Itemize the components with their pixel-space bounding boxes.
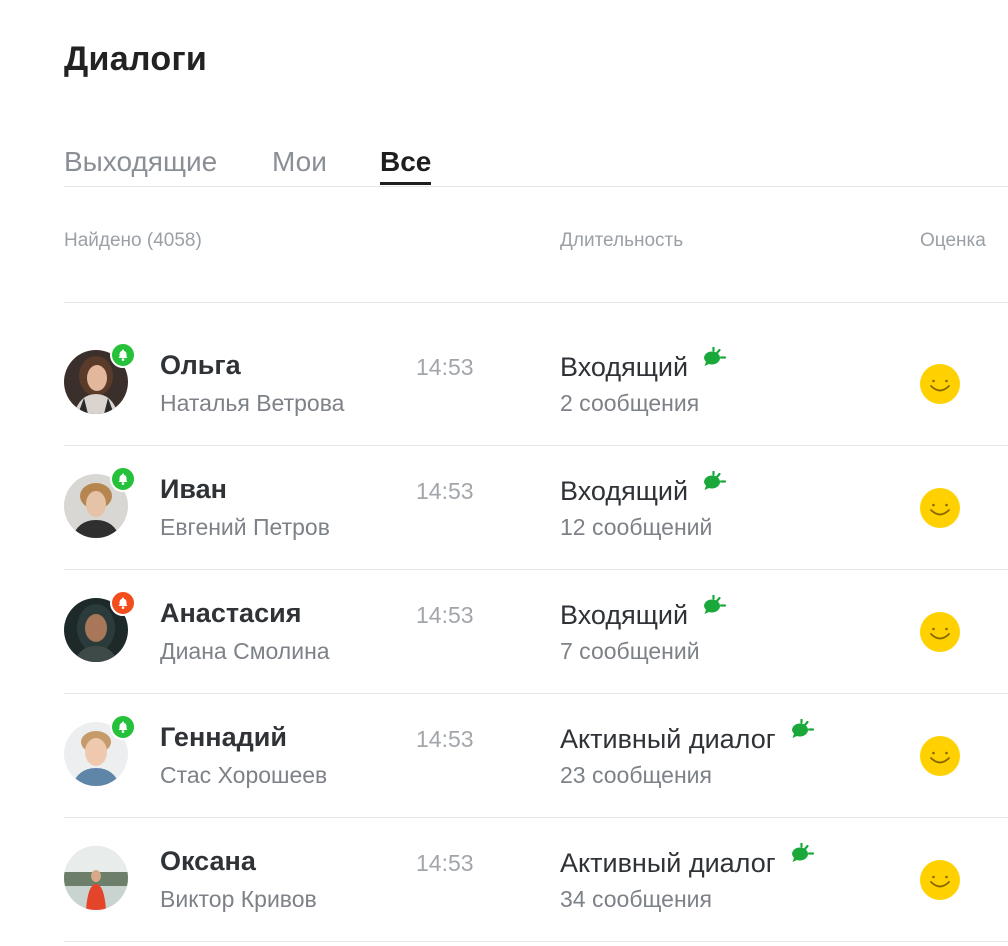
operator-name: Евгений Петров (160, 514, 330, 540)
dialog-row[interactable]: Ольга Наталья Ветрова 14:53 Входящий 2 с… (64, 322, 1008, 446)
notification-bell-icon (110, 466, 136, 492)
tabs: Выходящие Мои Все (64, 146, 1008, 188)
dialog-row[interactable]: Анастасия Диана Смолина 14:53 Входящий 7… (64, 570, 1008, 694)
dialog-status: Входящий (560, 346, 730, 383)
dialog-time: 14:53 (416, 726, 474, 752)
status-label: Входящий (560, 600, 689, 630)
operator-name: Стас Хорошеев (160, 762, 328, 788)
smile-rating-icon (920, 612, 960, 652)
chat-activity-icon (790, 841, 818, 872)
message-count: 23 сообщения (560, 762, 712, 788)
tab-all[interactable]: Все (380, 146, 432, 185)
tab-outgoing[interactable]: Выходящие (64, 146, 217, 178)
smile-rating-icon (920, 860, 960, 900)
client-name[interactable]: Иван (160, 474, 227, 505)
chat-activity-icon (702, 593, 730, 624)
smile-rating-icon (920, 488, 960, 528)
status-label: Активный диалог (560, 848, 776, 878)
message-count: 12 сообщений (560, 514, 713, 540)
dialog-status: Активный диалог (560, 718, 818, 755)
operator-name: Наталья Ветрова (160, 390, 345, 416)
page-title: Диалоги (64, 40, 208, 78)
message-count: 2 сообщения (560, 390, 700, 416)
client-name[interactable]: Ольга (160, 350, 241, 381)
row-divider (64, 941, 1008, 942)
status-label: Активный диалог (560, 724, 776, 754)
status-label: Входящий (560, 476, 689, 506)
client-name[interactable]: Оксана (160, 846, 256, 877)
chat-activity-icon (702, 469, 730, 500)
dialog-status: Входящий (560, 470, 730, 507)
dialog-list: Ольга Наталья Ветрова 14:53 Входящий 2 с… (64, 322, 1008, 942)
header-divider (64, 302, 1008, 303)
message-count: 34 сообщения (560, 886, 712, 912)
notification-bell-icon (110, 342, 136, 368)
dialog-time: 14:53 (416, 850, 474, 876)
notification-bell-icon (110, 714, 136, 740)
chat-activity-icon (702, 345, 730, 376)
client-name[interactable]: Геннадий (160, 722, 287, 753)
chat-activity-icon (790, 717, 818, 748)
client-name[interactable]: Анастасия (160, 598, 301, 629)
dialog-row[interactable]: Оксана Виктор Кривов 14:53 Активный диал… (64, 818, 1008, 942)
tab-mine[interactable]: Мои (272, 146, 327, 178)
dialog-status: Входящий (560, 594, 730, 631)
duration-column-header[interactable]: Длительность (560, 230, 683, 252)
dialog-row[interactable]: Геннадий Стас Хорошеев 14:53 Активный ди… (64, 694, 1008, 818)
status-label: Входящий (560, 352, 689, 382)
dialog-row[interactable]: Иван Евгений Петров 14:53 Входящий 12 со… (64, 446, 1008, 570)
smile-rating-icon (920, 736, 960, 776)
avatar (64, 846, 128, 910)
dialog-status: Активный диалог (560, 842, 818, 879)
notification-bell-icon (110, 590, 136, 616)
found-count-header: Найдено (4058) (64, 230, 202, 251)
rating-column-header[interactable]: Оценка (920, 230, 986, 252)
smile-rating-icon (920, 364, 960, 404)
operator-name: Виктор Кривов (160, 886, 317, 912)
dialog-time: 14:53 (416, 354, 474, 380)
message-count: 7 сообщений (560, 638, 700, 664)
operator-name: Диана Смолина (160, 638, 330, 664)
dialog-time: 14:53 (416, 478, 474, 504)
dialog-time: 14:53 (416, 602, 474, 628)
tabs-divider (64, 186, 1008, 187)
